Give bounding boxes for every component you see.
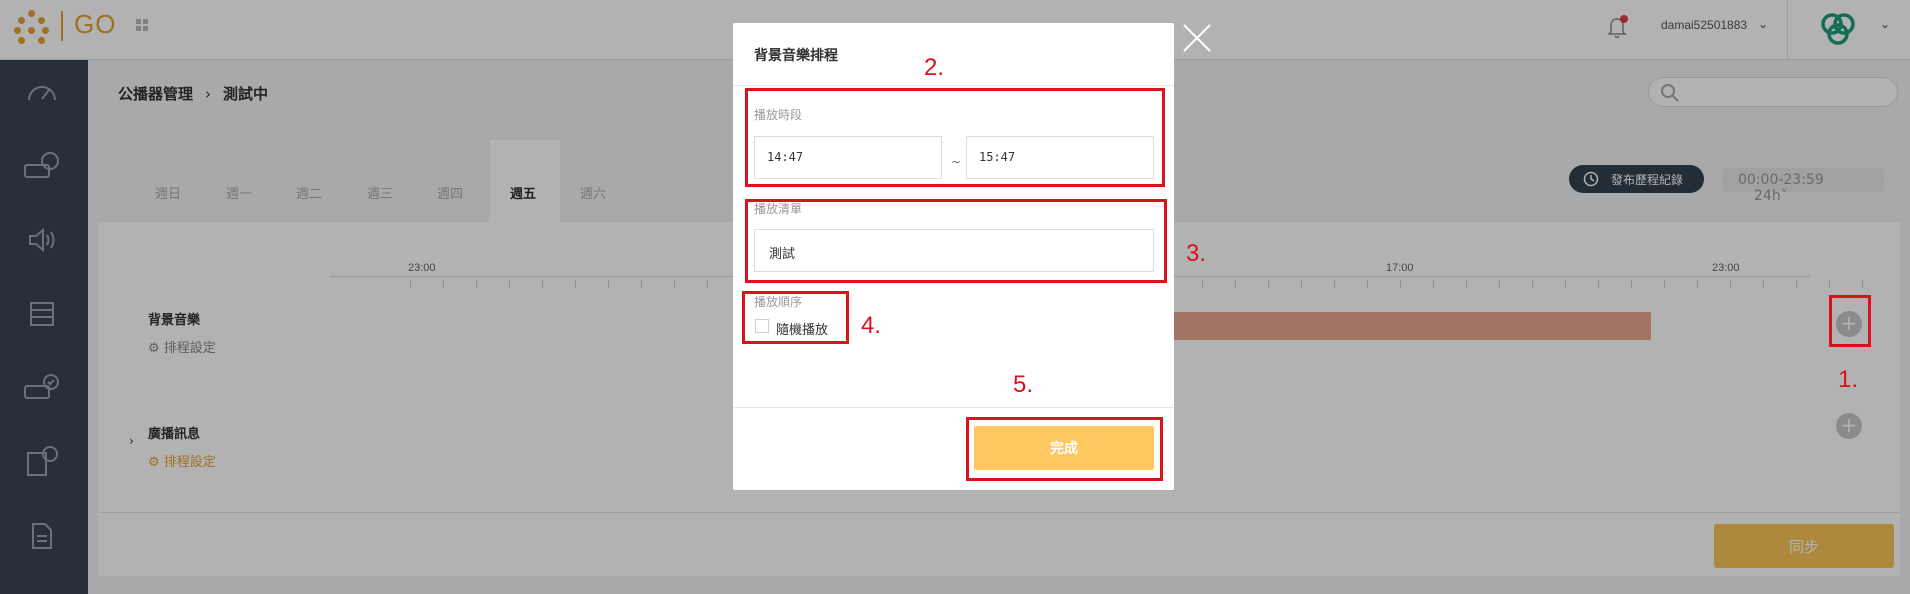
annotation-box-order bbox=[742, 291, 849, 344]
close-icon[interactable] bbox=[1181, 22, 1213, 54]
annotation-box-done bbox=[966, 417, 1163, 481]
annotation-number: 3. bbox=[1186, 240, 1207, 267]
annotation-box-playlist bbox=[745, 199, 1167, 283]
divider bbox=[733, 407, 1174, 408]
annotation-number: 2. bbox=[924, 54, 945, 81]
annotation-number: 1. bbox=[1838, 366, 1859, 393]
annotation-number: 5. bbox=[1013, 371, 1034, 398]
annotation-box-add bbox=[1829, 295, 1871, 347]
annotation-box-time bbox=[745, 88, 1165, 187]
divider bbox=[733, 85, 1174, 86]
annotation-number: 4. bbox=[861, 312, 882, 339]
dialog-title: 背景音樂排程 bbox=[754, 48, 838, 64]
